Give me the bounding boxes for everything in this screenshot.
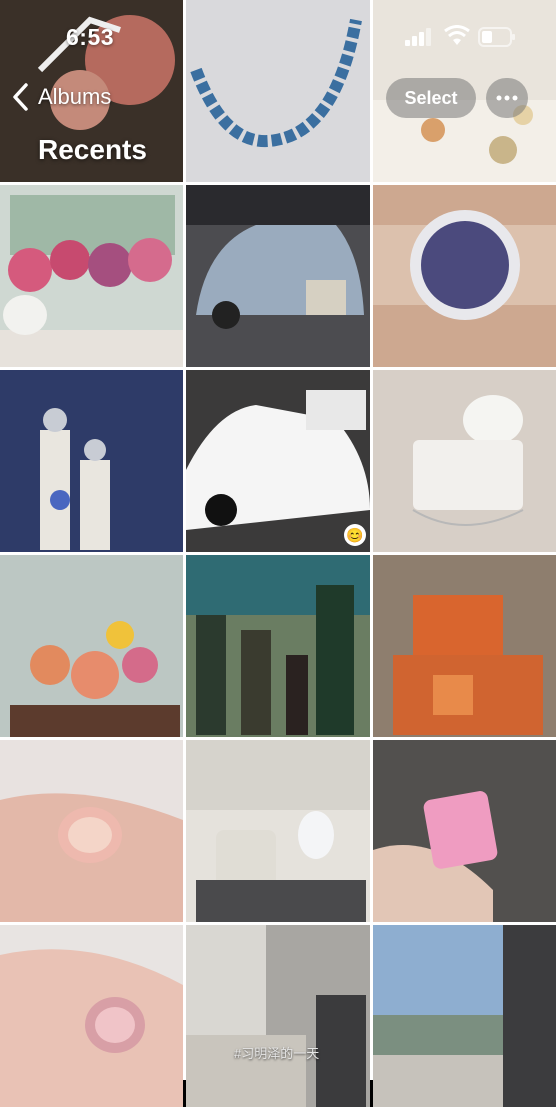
page-title: Recents — [38, 134, 147, 165]
watermark-text: #习明泽的一天 — [234, 1046, 320, 1061]
photo-thumbnail[interactable] — [186, 555, 370, 737]
photo-thumbnail[interactable] — [0, 185, 183, 367]
select-button[interactable]: Select — [386, 78, 476, 118]
status-time: 6:53 — [66, 24, 115, 50]
photo-thumbnail[interactable] — [0, 740, 183, 922]
back-label: Albums — [38, 84, 112, 109]
photo-thumbnail[interactable] — [0, 555, 183, 737]
battery-icon — [478, 27, 515, 47]
cellular-signal-icon — [405, 28, 431, 46]
photo-thumbnail[interactable]: 😊 — [186, 370, 370, 552]
ellipsis-icon — [496, 95, 518, 101]
photo-thumbnail[interactable] — [186, 185, 370, 367]
back-button[interactable]: Albums — [10, 82, 111, 112]
photo-thumbnail[interactable] — [373, 370, 556, 552]
photo-thumbnail[interactable] — [373, 740, 556, 922]
more-button[interactable] — [486, 78, 528, 118]
photo-thumbnail[interactable] — [0, 370, 183, 552]
photo-thumbnail[interactable] — [373, 555, 556, 737]
photo-thumbnail[interactable] — [373, 185, 556, 367]
status-bar: 6:53 — [0, 0, 556, 70]
emoji-icon: 😊 — [344, 524, 366, 546]
photo-thumbnail[interactable] — [186, 740, 370, 922]
chevron-left-icon — [13, 83, 28, 111]
wifi-icon — [444, 25, 470, 45]
